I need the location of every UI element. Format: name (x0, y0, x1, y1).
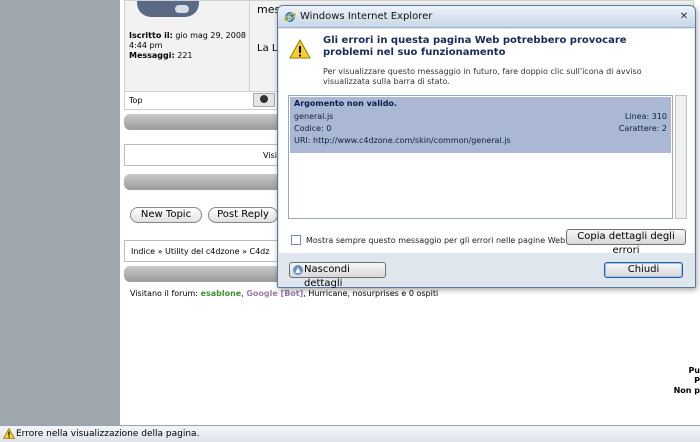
hide-details-button[interactable]: ▲ Nascondi dettagli (289, 262, 386, 289)
error-details-box: Argomento non valido. general.js Codice:… (288, 95, 673, 219)
close-button[interactable]: Chiudi (604, 262, 683, 278)
always-show-checkbox[interactable] (291, 235, 301, 245)
profile-icon[interactable] (253, 93, 275, 107)
error-file: general.js (294, 112, 334, 121)
status-bar: Errore nella visualizzazione della pagin… (0, 425, 700, 442)
chevron-up-icon: ▲ (293, 265, 303, 275)
error-line: Linea: 310 (624, 112, 667, 121)
new-topic-button[interactable]: New Topic (130, 207, 202, 223)
error-code: Codice: 0 (294, 124, 332, 133)
post-reply-button[interactable]: Post Reply (208, 207, 278, 223)
hide-details-label: Nascondi dettagli (304, 264, 350, 289)
dialog-title: Windows Internet Explorer (300, 11, 433, 22)
online-users-text: Visitano il forum: esablone, Google [Bot… (130, 289, 438, 298)
close-icon[interactable]: ✕ (677, 10, 691, 24)
dialog-headline: Gli errori in questa pagina Web potrebbe… (323, 35, 627, 58)
stat-fragment: P (694, 376, 700, 385)
breadcrumb-text[interactable]: Indice » Utility del c4dzone » C4dz (131, 247, 269, 256)
joined-label: Iscritto il: (129, 31, 173, 40)
stat-fragment: Pu (688, 366, 700, 375)
dialog-subtext: Per visualizzare questo messaggio in fut… (323, 67, 642, 86)
jump-text-fragment: Visi (263, 151, 277, 160)
online-bot-link[interactable]: Google [Bot] (246, 289, 303, 298)
dialog-titlebar[interactable]: e Windows Internet Explorer ✕ (278, 6, 695, 28)
online-user-link[interactable]: esablone (201, 289, 242, 298)
warning-icon (289, 39, 311, 59)
top-link[interactable]: Top (129, 96, 143, 105)
svg-text:e: e (287, 14, 291, 22)
error-title: Argomento non valido. (294, 99, 397, 108)
error-char: Carattere: 2 (618, 124, 667, 133)
error-uri: URI: http://www.c4dzone.com/skin/common/… (294, 136, 511, 145)
post-divider (249, 1, 250, 91)
online-prefix: Visitano il forum: (130, 289, 201, 298)
error-details-selection: Argomento non valido. general.js Codice:… (290, 97, 671, 153)
page-left-gutter (0, 0, 120, 425)
ie-logo-icon: e (284, 12, 296, 22)
always-show-label: Mostra sempre questo messaggio per gli e… (306, 236, 566, 245)
details-scrollbar[interactable] (675, 95, 687, 219)
post-author-info: Iscritto il: gio mag 29, 2008 4:44 pm Me… (129, 31, 249, 61)
copy-details-button[interactable]: Copia dettagli degli errori (566, 229, 686, 256)
ie-error-dialog: e Windows Internet Explorer ✕ Gli errori… (277, 5, 696, 289)
messages-value: 221 (177, 51, 193, 60)
user-avatar (137, 1, 199, 17)
warning-icon[interactable] (3, 428, 15, 439)
stat-fragment: Non p (673, 386, 700, 395)
dialog-content: Gli errori in questa pagina Web potrebbe… (279, 29, 694, 256)
messages-label: Messaggi: (129, 51, 175, 60)
status-text: Errore nella visualizzazione della pagin… (16, 429, 200, 439)
